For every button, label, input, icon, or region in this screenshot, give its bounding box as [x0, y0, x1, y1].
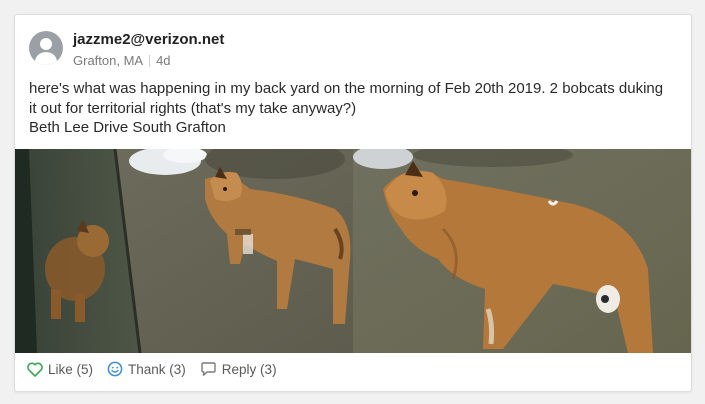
speech-bubble-icon: [201, 361, 216, 376]
like-button[interactable]: Like (5): [27, 362, 93, 377]
photo-bobcats-left[interactable]: [15, 149, 353, 353]
photo-bobcat-right[interactable]: [353, 149, 691, 353]
thank-label: Thank (3): [128, 361, 186, 377]
smiley-icon: [107, 361, 123, 377]
post-body-line: here's what was happening in my back yar…: [29, 80, 664, 117]
post-age[interactable]: 4d: [156, 53, 170, 68]
thank-button[interactable]: Thank (3): [107, 361, 186, 377]
avatar-head-shape: [40, 38, 52, 50]
post-card: jazzme2@verizon.net Grafton, MA 4d here's…: [14, 14, 692, 392]
avatar-shoulders-shape: [35, 52, 57, 65]
post-subline: Grafton, MA 4d: [73, 53, 224, 69]
post-body-line: Beth Lee Drive South Grafton: [29, 119, 226, 136]
photo-gallery: [15, 149, 691, 353]
avatar[interactable]: [29, 31, 63, 65]
author-location[interactable]: Grafton, MA: [73, 53, 143, 68]
post-meta: jazzme2@verizon.net Grafton, MA 4d: [73, 31, 224, 69]
reply-button[interactable]: Reply (3): [200, 362, 277, 377]
author-name[interactable]: jazzme2@verizon.net: [73, 31, 224, 49]
like-label: Like (5): [48, 361, 94, 377]
post-header: jazzme2@verizon.net Grafton, MA 4d: [29, 31, 224, 69]
meta-divider: [149, 55, 151, 67]
post-actions: Like (5) Thank (3) Reply (3): [27, 361, 291, 377]
heart-outline-icon: [27, 362, 43, 377]
post-body: here's what was happening in my back yar…: [29, 79, 669, 138]
reply-label: Reply (3): [221, 361, 277, 377]
